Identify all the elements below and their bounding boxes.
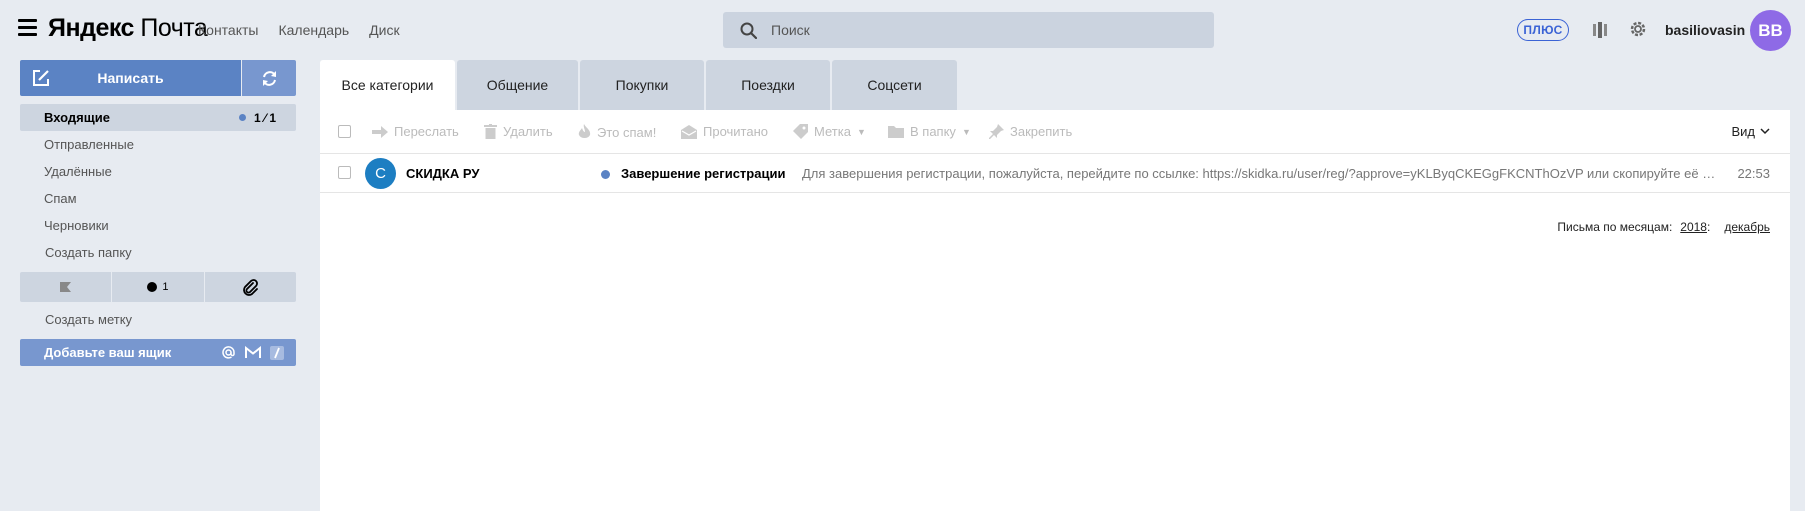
spam-button[interactable]: Это спам! xyxy=(578,124,656,140)
tab-social[interactable]: Соцсети xyxy=(832,60,957,110)
folder-spam[interactable]: Спам xyxy=(20,185,296,212)
chevron-down-icon: ▼ xyxy=(961,126,971,137)
tab-communication[interactable]: Общение xyxy=(457,60,578,110)
select-all-checkbox[interactable] xyxy=(338,125,351,138)
pin-button[interactable]: Закрепить xyxy=(989,124,1072,139)
spam-label: Это спам! xyxy=(597,124,657,140)
add-mailbox-button[interactable]: Добавьте ваш ящик xyxy=(20,339,296,366)
mark-read-button[interactable]: Прочитано xyxy=(681,124,768,139)
header: Яндекс Почта Контакты Календарь Диск ПЛЮ… xyxy=(0,0,1805,60)
folder-drafts[interactable]: Черновики xyxy=(20,212,296,239)
folder-count: 1 ⁄ 1 xyxy=(253,111,276,125)
chevron-down-icon xyxy=(1760,128,1770,135)
unread-filter[interactable]: 1 xyxy=(112,272,204,302)
unread-toggle[interactable] xyxy=(601,170,610,179)
move-to-folder-button[interactable]: В папку ▼ xyxy=(888,124,971,139)
unread-filter-count: 1 xyxy=(162,281,169,293)
messages-by-month: Письма по месяцам: 2018: декабрь xyxy=(1557,220,1770,234)
mark-read-label: Прочитано xyxy=(703,124,768,139)
menu-icon[interactable] xyxy=(18,19,37,36)
refresh-icon xyxy=(262,70,276,86)
folder-label: Создать папку xyxy=(45,245,132,260)
year-link[interactable]: 2018 xyxy=(1680,220,1707,234)
top-nav: Контакты Календарь Диск xyxy=(198,22,400,38)
username[interactable]: basiliovasin xyxy=(1665,22,1745,38)
message-preview: Для завершения регистрации, пожалуйста, … xyxy=(802,166,1716,181)
folder-icon xyxy=(888,126,904,138)
delete-button[interactable]: Удалить xyxy=(484,124,553,139)
compose-group: Написать xyxy=(20,60,296,96)
gmail-icon xyxy=(245,346,261,358)
message-subject: Завершение регистрации xyxy=(621,166,786,181)
open-envelope-icon xyxy=(681,124,697,139)
at-sign-icon xyxy=(222,346,235,359)
compose-button[interactable]: Написать xyxy=(20,60,241,96)
create-folder-link[interactable]: Создать папку xyxy=(20,239,296,266)
folder-label: Удалённые xyxy=(44,164,112,179)
label-button[interactable]: Метка ▼ xyxy=(793,124,866,139)
forward-label: Переслать xyxy=(394,124,459,139)
logo-brand: Яндекс xyxy=(48,14,134,42)
message-row[interactable]: С СКИДКА РУ Завершение регистрации Для з… xyxy=(320,154,1790,193)
paperclip-icon xyxy=(242,278,258,296)
avatar[interactable]: BB xyxy=(1750,10,1791,51)
label-filter-bar: 1 xyxy=(20,272,296,302)
folder-inbox[interactable]: Входящие 1 ⁄ 1 xyxy=(20,104,296,131)
move-to-folder-label: В папку xyxy=(910,124,956,139)
month-link[interactable]: декабрь xyxy=(1724,220,1770,234)
view-label: Вид xyxy=(1731,124,1755,139)
folder-deleted[interactable]: Удалённые xyxy=(20,158,296,185)
gear-icon[interactable] xyxy=(1628,19,1648,39)
create-label-link[interactable]: Создать метку xyxy=(45,312,132,327)
mail-provider-icons xyxy=(221,345,284,360)
add-mailbox-label: Добавьте ваш ящик xyxy=(44,345,172,360)
pin-label: Закрепить xyxy=(1010,124,1073,139)
trash-icon xyxy=(484,124,497,139)
tab-shopping[interactable]: Покупки xyxy=(580,60,704,110)
folder-list: Входящие 1 ⁄ 1 Отправленные Удалённые Сп… xyxy=(20,104,296,266)
chevron-down-icon: ▼ xyxy=(856,126,866,137)
by-month-year-group: 2018: xyxy=(1680,220,1711,234)
nav-calendar[interactable]: Календарь xyxy=(278,22,349,38)
nav-contacts[interactable]: Контакты xyxy=(198,22,258,38)
logo[interactable]: Яндекс Почта xyxy=(48,14,208,43)
tab-all-categories[interactable]: Все категории xyxy=(320,60,455,110)
apps-icon[interactable] xyxy=(1592,21,1609,39)
by-month-label: Письма по месяцам: xyxy=(1557,220,1673,234)
plus-badge[interactable]: ПЛЮС xyxy=(1517,19,1569,41)
folder-sent[interactable]: Отправленные xyxy=(20,131,296,158)
message-toolbar: Переслать Удалить Это спам! Прочитано Ме… xyxy=(320,110,1790,154)
search-input[interactable] xyxy=(771,22,1171,38)
flagged-filter[interactable] xyxy=(20,272,112,302)
compose-label: Написать xyxy=(97,70,164,86)
forward-icon xyxy=(372,125,388,138)
tab-trips[interactable]: Поездки xyxy=(706,60,830,110)
pin-icon xyxy=(989,124,1004,139)
message-panel: Переслать Удалить Это спам! Прочитано Ме… xyxy=(320,110,1790,511)
folder-label: Входящие xyxy=(44,110,110,125)
folder-label: Черновики xyxy=(44,218,109,233)
flag-icon xyxy=(60,282,72,292)
attachments-filter[interactable] xyxy=(204,272,296,302)
search-bar[interactable] xyxy=(723,12,1214,48)
unread-dot xyxy=(239,114,246,121)
folder-label: Спам xyxy=(44,191,77,206)
forward-button[interactable]: Переслать xyxy=(372,124,459,139)
refresh-button[interactable] xyxy=(242,60,296,96)
view-dropdown[interactable]: Вид xyxy=(1731,124,1770,139)
label-label: Метка xyxy=(814,124,851,139)
message-time: 22:53 xyxy=(1737,166,1770,181)
category-tabs: Все категории Общение Покупки Поездки Со… xyxy=(320,60,959,110)
unread-filter-icon xyxy=(147,282,158,292)
delete-label: Удалить xyxy=(503,124,553,139)
message-sender: СКИДКА РУ xyxy=(406,166,480,181)
nav-disk[interactable]: Диск xyxy=(369,22,399,38)
message-checkbox[interactable] xyxy=(338,166,351,179)
tag-icon xyxy=(793,124,808,139)
other-mailbox-icon xyxy=(270,345,284,360)
search-icon xyxy=(740,22,757,39)
sender-avatar: С xyxy=(365,158,396,189)
folder-label: Отправленные xyxy=(44,137,134,152)
fire-icon xyxy=(578,124,591,139)
